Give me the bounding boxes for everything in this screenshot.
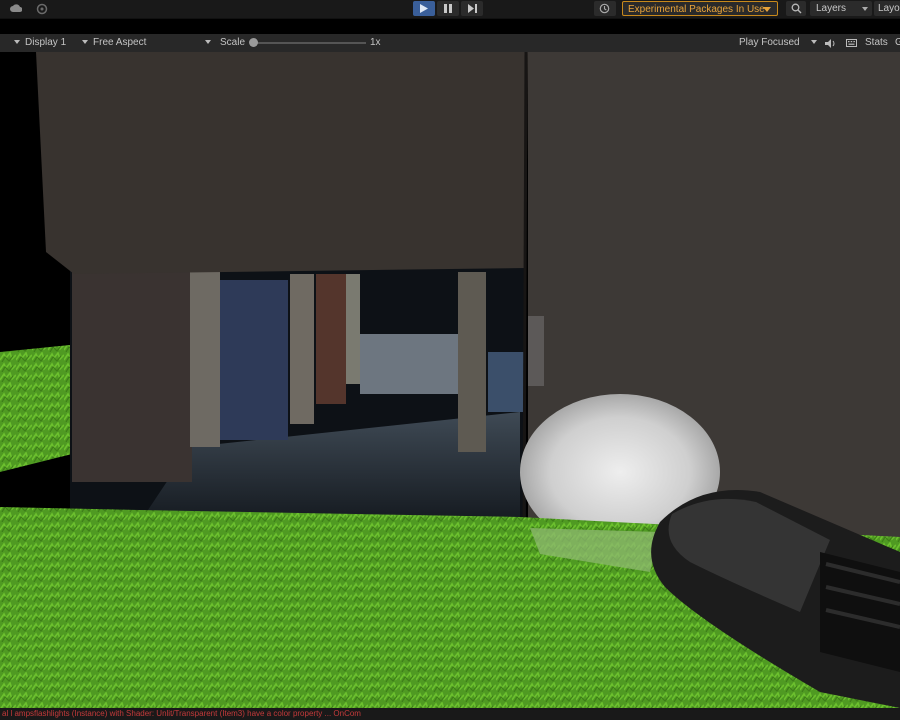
- chevron-down-icon: [763, 7, 771, 12]
- audio-icon: [825, 39, 835, 48]
- layers-label: Layers: [816, 3, 847, 14]
- undo-history-button[interactable]: [594, 1, 616, 16]
- step-button[interactable]: [461, 1, 483, 16]
- play-mode-dropdown[interactable]: [811, 34, 822, 52]
- gizmos-button[interactable]: G: [895, 34, 900, 52]
- play-mode-label: Play Focused: [739, 37, 800, 48]
- experimental-packages-label: Experimental Packages In Use: [628, 4, 765, 15]
- chevron-down-icon: [862, 7, 868, 11]
- play-icon: [420, 4, 428, 13]
- chevron-down-icon: [205, 40, 211, 45]
- collab-icon[interactable]: [36, 3, 48, 15]
- game-scene: [0, 52, 900, 708]
- main-toolbar: Experimental Packages In Use Layers Layo: [0, 0, 900, 19]
- pause-button[interactable]: [437, 1, 459, 16]
- audio-mute-toggle[interactable]: [825, 34, 836, 52]
- stats-button[interactable]: Stats: [865, 34, 888, 52]
- cloud-icon[interactable]: [10, 3, 23, 15]
- pause-icon: [444, 4, 452, 13]
- layout-dropdown[interactable]: Layo: [874, 1, 900, 16]
- scale-caret[interactable]: [205, 34, 216, 52]
- experimental-packages-dropdown[interactable]: Experimental Packages In Use: [622, 1, 778, 16]
- corridor-pillar-left: [72, 270, 192, 482]
- search-button[interactable]: [786, 1, 806, 16]
- play-controls: [413, 1, 483, 17]
- layout-label: Layo: [878, 3, 900, 14]
- history-icon: [599, 3, 610, 14]
- display-label: Display 1: [25, 37, 67, 48]
- scale-label: Scale: [220, 37, 246, 48]
- chevron-down-icon: [14, 40, 20, 45]
- console-status-bar[interactable]: al l ampsflashlights (Instance) with Sha…: [0, 708, 900, 720]
- overhang-block: [36, 52, 528, 274]
- search-icon: [791, 3, 802, 14]
- aspect-dropdown[interactable]: Free Aspect: [82, 34, 146, 52]
- game-viewport[interactable]: [0, 52, 900, 708]
- grass-left: [0, 344, 80, 472]
- display-dropdown[interactable]: Display 1: [14, 34, 66, 52]
- console-error-message[interactable]: al l ampsflashlights (Instance) with Sha…: [2, 708, 361, 720]
- game-view-toolbar: Display 1 Free Aspect Scale 1x Play Focu…: [0, 34, 900, 53]
- step-icon: [467, 4, 477, 13]
- chevron-down-icon: [811, 40, 817, 45]
- scale-value: 1x: [370, 37, 381, 48]
- stats-keyboard-icon: [846, 39, 857, 47]
- scale-slider-handle[interactable]: [249, 38, 258, 47]
- scale-slider-track[interactable]: [252, 42, 366, 44]
- chevron-down-icon: [82, 40, 88, 45]
- play-button[interactable]: [413, 1, 435, 16]
- aspect-label: Free Aspect: [93, 37, 147, 48]
- layers-dropdown[interactable]: Layers: [810, 1, 872, 16]
- stats-keyboard-toggle[interactable]: [846, 34, 857, 52]
